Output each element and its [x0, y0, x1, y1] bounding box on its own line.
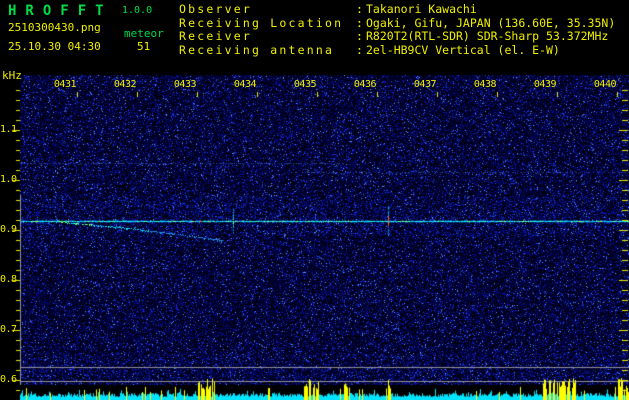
info-separator: :	[356, 2, 363, 16]
app-version: 1.0.0	[122, 5, 153, 16]
time-tick-label: 0438	[473, 79, 497, 90]
time-tick-label: 0434	[233, 79, 257, 90]
info-separator: :	[356, 29, 363, 44]
info-label: Observer	[179, 3, 252, 16]
observation-datetime: 25.10.30 04:30	[8, 40, 101, 53]
freq-tick-label: 1.0	[0, 174, 17, 185]
info-label: Receiving Location	[179, 16, 344, 30]
station-info-block: Observer: Takanori Kawachi Receiving Locat…	[179, 2, 616, 58]
info-separator: :	[356, 15, 363, 30]
freq-tick-label: 0.6	[0, 374, 17, 385]
time-tick-label: 0436	[353, 79, 377, 90]
time-tick-label: 0431	[53, 79, 77, 90]
info-row: Receiver: R820T2(RTL-SDR) SDR-Sharp 53.37…	[179, 30, 615, 44]
time-tick-label: 0439	[533, 79, 557, 90]
time-tick-label: 0437	[413, 79, 437, 90]
info-row: Receiving Location: Ogaki, Gifu, JAPAN (1…	[179, 15, 616, 31]
info-separator: :	[356, 43, 363, 58]
info-value: 2el-HB9CV Vertical (el. E-W)	[366, 43, 560, 58]
freq-tick-label: 0.9	[0, 224, 17, 235]
info-value: R820T2(RTL-SDR) SDR-Sharp 53.372MHz	[366, 29, 609, 44]
echo-count: 51	[137, 40, 151, 53]
info-label: Receiver	[179, 30, 252, 44]
time-tick-label: 0433	[173, 79, 197, 90]
freq-tick-label: 0.8	[0, 274, 17, 285]
time-tick-label: 0432	[113, 79, 137, 90]
app-title: HROFFT	[8, 3, 113, 19]
freq-tick-label: 0.7	[0, 324, 17, 335]
freq-axis-unit-label: kHz	[2, 69, 22, 82]
hrofft-output-screen: HROFFT 1.0.0 2510300430.png meteor 25.10…	[0, 0, 629, 400]
info-label: Receiving antenna	[179, 44, 335, 58]
spectrogram-canvas	[0, 0, 629, 400]
info-row: Receiving antenna:2el-HB9CV Vertical (el…	[179, 43, 615, 58]
info-row: Observer: Takanori Kawachi	[179, 2, 615, 17]
freq-tick-label: 1.1	[0, 124, 17, 135]
mode-label: meteor	[124, 27, 164, 40]
output-filename: 2510300430.png	[8, 21, 101, 34]
time-tick-label: 0435	[293, 79, 317, 90]
info-value: Takanori Kawachi	[366, 2, 477, 16]
time-tick-label: 0440	[593, 79, 617, 90]
info-value: Ogaki, Gifu, JAPAN (136.60E, 35.35N)	[366, 15, 616, 30]
